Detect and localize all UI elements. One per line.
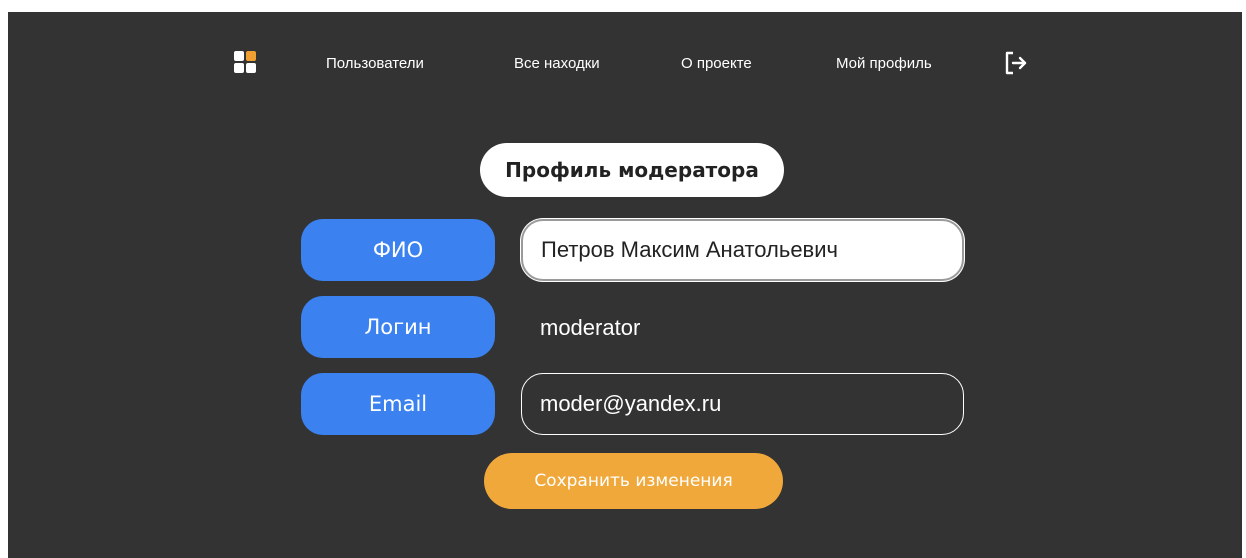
logo-square [234,63,244,73]
app-container: Пользователи Все находки О проекте Мой п… [8,12,1242,558]
save-button[interactable]: Сохранить изменения [484,453,783,509]
email-label: Email [301,373,495,435]
login-label: Логин [301,296,495,358]
logo-square-accent [246,51,256,61]
logo-square [234,51,244,61]
login-value: moderator [540,315,641,340]
nav-link-my-profile[interactable]: Мой профиль [836,55,932,73]
fio-label: ФИО [301,219,495,281]
nav-link-about[interactable]: О проекте [681,55,752,73]
logout-icon[interactable] [1004,50,1028,76]
logo-square [246,63,256,73]
page-title: Профиль модератора [480,143,784,197]
nav-link-users[interactable]: Пользователи [326,55,424,73]
email-field[interactable] [521,373,964,435]
apps-grid-icon[interactable] [234,51,258,75]
nav-link-all-finds[interactable]: Все находки [514,55,600,73]
fio-field[interactable] [521,219,964,281]
